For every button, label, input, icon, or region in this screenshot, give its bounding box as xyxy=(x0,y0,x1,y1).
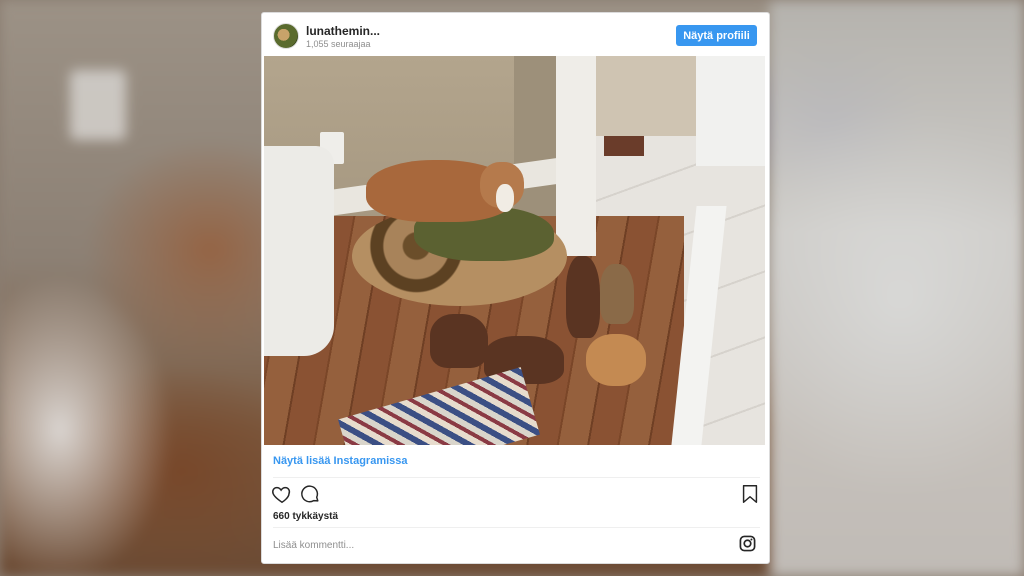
instagram-embed: lunathemin... 1,055 seuraajaa Näytä prof… xyxy=(261,12,770,564)
photo-doorframe xyxy=(556,56,596,256)
heart-icon[interactable] xyxy=(271,483,293,505)
photo-dog-bowl xyxy=(604,136,644,156)
photo-dog-face xyxy=(496,184,514,212)
instagram-icon[interactable] xyxy=(739,535,756,552)
background-panel xyxy=(770,0,1024,576)
view-profile-button[interactable]: Näytä profiili xyxy=(676,25,757,46)
comment-input[interactable] xyxy=(273,538,713,552)
like-count: 660 tykkäystä xyxy=(273,511,339,522)
post-photo[interactable] xyxy=(264,56,765,445)
view-more-on-instagram-link[interactable]: Näytä lisää Instagramissa xyxy=(273,455,408,467)
background-outlet xyxy=(70,70,126,140)
bookmark-icon[interactable] xyxy=(739,483,761,505)
photo-boot xyxy=(430,314,488,368)
embed-header: lunathemin... 1,055 seuraajaa Näytä prof… xyxy=(262,13,769,57)
divider xyxy=(273,527,760,528)
photo-chair xyxy=(264,146,334,356)
photo-hall-cabinet xyxy=(696,56,765,166)
photo-boot xyxy=(600,264,634,324)
follower-count: 1,055 seuraajaa xyxy=(306,39,371,49)
photo-plush-toy xyxy=(586,334,646,386)
avatar[interactable] xyxy=(273,23,299,49)
username[interactable]: lunathemin... xyxy=(306,24,380,38)
photo-boot xyxy=(566,256,600,338)
comment-icon[interactable] xyxy=(299,483,321,505)
action-bar xyxy=(262,481,769,507)
divider xyxy=(273,477,760,478)
